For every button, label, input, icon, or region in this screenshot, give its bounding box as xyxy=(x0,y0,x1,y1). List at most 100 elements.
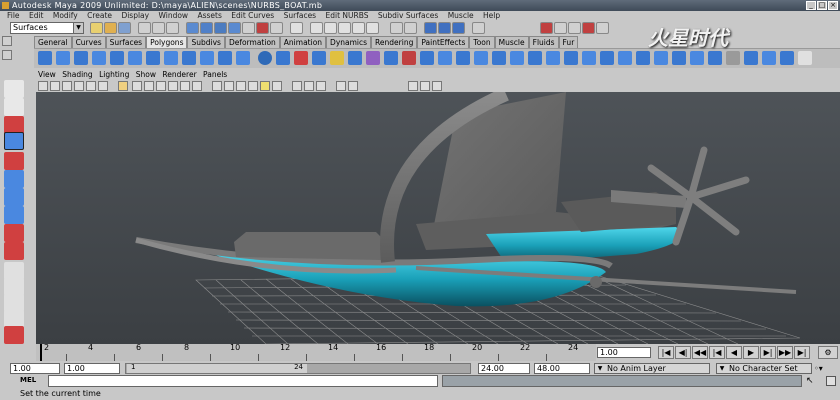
playback-start-field[interactable]: 1.00 xyxy=(64,363,120,374)
backface-culling-icon[interactable] xyxy=(420,81,430,91)
separate-icon[interactable] xyxy=(276,51,290,65)
rotate-tool-icon[interactable] xyxy=(4,152,24,170)
triangulate-icon[interactable] xyxy=(528,51,542,65)
bevel-icon[interactable] xyxy=(438,51,452,65)
use-all-lights-icon[interactable] xyxy=(260,81,270,91)
go-to-start-button[interactable]: |◀ xyxy=(658,346,674,359)
camera-attributes-icon[interactable] xyxy=(50,81,60,91)
command-input[interactable] xyxy=(48,375,438,387)
wireframe-on-shaded-icon[interactable] xyxy=(236,81,246,91)
gate-mask-icon[interactable] xyxy=(156,81,166,91)
menu-set-selector[interactable]: Surfaces ▼ xyxy=(10,22,84,34)
combine-icon[interactable] xyxy=(258,51,272,65)
poly-pyramid-icon[interactable] xyxy=(164,51,178,65)
ambient-occlusion-icon[interactable] xyxy=(432,81,442,91)
menu-edit-curves[interactable]: Edit Curves xyxy=(231,11,274,20)
reverse-normals-icon[interactable] xyxy=(564,51,578,65)
menu-assets[interactable]: Assets xyxy=(197,11,221,20)
hypershade-layout-icon[interactable] xyxy=(4,326,24,344)
film-gate-icon[interactable] xyxy=(132,81,142,91)
minimize-button[interactable]: _ xyxy=(806,1,816,10)
poly-sphere-icon[interactable] xyxy=(38,51,52,65)
new-scene-icon[interactable] xyxy=(90,22,103,34)
step-back-key-button[interactable]: ◀◀ xyxy=(692,346,708,359)
shelf-menu-icon[interactable] xyxy=(2,36,12,46)
tab-polygons[interactable]: Polygons xyxy=(146,36,188,48)
lock-selection-icon[interactable] xyxy=(290,22,303,34)
mirror-geometry-icon[interactable] xyxy=(294,51,308,65)
grease-pencil-icon[interactable] xyxy=(98,81,108,91)
extrude-icon[interactable] xyxy=(330,51,344,65)
lasso-tool-icon[interactable] xyxy=(4,98,24,116)
play-forwards-button[interactable]: ▶ xyxy=(743,346,759,359)
tab-muscle[interactable]: Muscle xyxy=(494,36,529,48)
fill-hole-icon[interactable] xyxy=(510,51,524,65)
safe-title-icon[interactable] xyxy=(192,81,202,91)
select-by-object-icon[interactable] xyxy=(152,22,165,34)
show-tool-settings-icon[interactable] xyxy=(554,22,567,34)
maximize-button[interactable]: □ xyxy=(817,1,827,10)
select-deformations-icon[interactable] xyxy=(242,22,255,34)
menu-display[interactable]: Display xyxy=(121,11,149,20)
tab-rendering[interactable]: Rendering xyxy=(371,36,418,48)
perspective-viewport[interactable] xyxy=(36,92,840,344)
quadrangulate-icon[interactable] xyxy=(546,51,560,65)
tab-general[interactable]: General xyxy=(34,36,72,48)
scale-tool-icon[interactable] xyxy=(4,170,24,188)
step-forward-frame-button[interactable]: ▶▶ xyxy=(777,346,793,359)
render-current-frame-icon[interactable] xyxy=(424,22,437,34)
harden-edge-icon[interactable] xyxy=(600,51,614,65)
split-polygon-icon[interactable] xyxy=(384,51,398,65)
poly-torus-icon[interactable] xyxy=(128,51,142,65)
offset-edge-loop-icon[interactable] xyxy=(420,51,434,65)
tab-subdivs[interactable]: Subdivs xyxy=(187,36,225,48)
snap-grid-icon[interactable] xyxy=(310,22,323,34)
input-box-icon[interactable] xyxy=(472,22,485,34)
menu-modify[interactable]: Modify xyxy=(53,11,78,20)
go-to-end-button[interactable]: ▶| xyxy=(794,346,810,359)
tab-curves[interactable]: Curves xyxy=(71,36,106,48)
tab-toon[interactable]: Toon xyxy=(469,36,495,48)
field-chart-icon[interactable] xyxy=(168,81,178,91)
command-language-label[interactable]: MEL xyxy=(20,376,36,384)
anim-layer-selector[interactable]: ▼ No Anim Layer xyxy=(594,363,710,374)
select-joints-icon[interactable] xyxy=(200,22,213,34)
character-key-icon[interactable]: ◦▾ xyxy=(814,363,838,374)
open-scene-icon[interactable] xyxy=(104,22,117,34)
move-tool-icon[interactable] xyxy=(4,132,24,150)
resolution-gate-icon[interactable] xyxy=(144,81,154,91)
menu-muscle[interactable]: Muscle xyxy=(448,11,474,20)
isolate-select-icon[interactable] xyxy=(348,81,358,91)
poly-plane-icon[interactable] xyxy=(110,51,124,65)
grid-toggle-icon[interactable] xyxy=(118,81,128,91)
range-slider-thumb[interactable]: 1 24 xyxy=(127,363,307,373)
animation-preferences-icon[interactable]: ⚙ xyxy=(818,346,838,359)
poly-soccer-ball-icon[interactable] xyxy=(218,51,232,65)
universal-manipulator-icon[interactable] xyxy=(4,188,24,206)
poly-helix-icon[interactable] xyxy=(200,51,214,65)
bookmarks-icon[interactable] xyxy=(62,81,72,91)
make-live-icon[interactable] xyxy=(366,22,379,34)
poly-prism-icon[interactable] xyxy=(146,51,160,65)
viewport-menu-show[interactable]: Show xyxy=(136,70,156,79)
viewport-menu-shading[interactable]: Shading xyxy=(62,70,92,79)
menu-edit[interactable]: Edit xyxy=(29,11,44,20)
collapse-icon[interactable] xyxy=(474,51,488,65)
viewport-menu-lighting[interactable]: Lighting xyxy=(99,70,129,79)
bridge-icon[interactable] xyxy=(348,51,362,65)
select-curves-icon[interactable] xyxy=(214,22,227,34)
layout-icon[interactable] xyxy=(596,22,609,34)
playback-end-field[interactable]: 24.00 xyxy=(478,363,530,374)
viewport-menu-renderer[interactable]: Renderer xyxy=(162,70,196,79)
xray-joints-icon[interactable] xyxy=(304,81,314,91)
menu-create[interactable]: Create xyxy=(87,11,112,20)
play-backwards-button[interactable]: ◀ xyxy=(726,346,742,359)
save-scene-icon[interactable] xyxy=(118,22,131,34)
select-surfaces-icon[interactable] xyxy=(228,22,241,34)
tab-painteffects[interactable]: PaintEffects xyxy=(417,36,470,48)
poly-cylinder-icon[interactable] xyxy=(74,51,88,65)
snap-point-icon[interactable] xyxy=(338,22,351,34)
render-settings-icon[interactable] xyxy=(452,22,465,34)
select-handles-icon[interactable] xyxy=(186,22,199,34)
two-d-pan-icon[interactable] xyxy=(86,81,96,91)
